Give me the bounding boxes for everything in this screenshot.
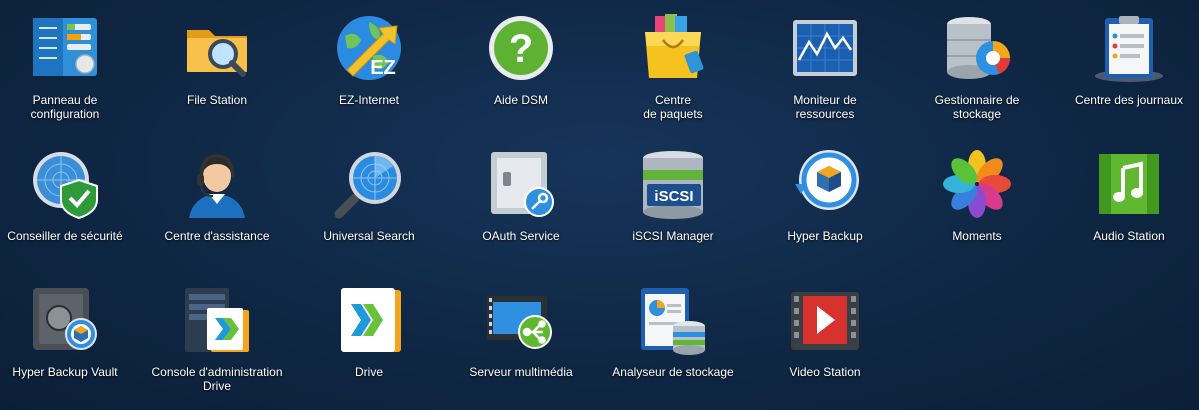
- app-label: Analyseur de stockage: [612, 365, 734, 379]
- disk-chart-icon: [941, 12, 1013, 84]
- app-iscsi-manager[interactable]: iSCSI iSCSI Manager: [598, 136, 748, 266]
- app-log-center[interactable]: Centre des journaux: [1054, 0, 1199, 130]
- drive-folder-icon: [333, 284, 405, 356]
- app-support-center[interactable]: Centre d'assistance: [142, 136, 292, 266]
- app-label: Gestionnaire de stockage: [934, 93, 1020, 121]
- shopping-bag-icon: [637, 12, 709, 84]
- app-label: iSCSI Manager: [632, 229, 714, 243]
- app-label: Hyper Backup Vault: [12, 365, 118, 379]
- app-label: Universal Search: [323, 229, 415, 243]
- app-launcher-grid: Panneau de configuration File Station EZ…: [0, 0, 1199, 410]
- globe-arrow-icon: EZ: [333, 12, 405, 84]
- app-label: Panneau de configuration: [30, 93, 100, 121]
- app-resource-monitor[interactable]: Moniteur de ressources: [750, 0, 900, 130]
- app-label: File Station: [186, 93, 248, 107]
- app-oauth-service[interactable]: OAuth Service: [446, 136, 596, 266]
- app-label: Video Station: [789, 365, 861, 379]
- app-storage-analyzer[interactable]: Analyseur de stockage: [598, 272, 748, 402]
- app-label: Audio Station: [1093, 229, 1165, 243]
- app-package-center[interactable]: Centre de paquets: [598, 0, 748, 130]
- app-video-station[interactable]: Video Station: [750, 272, 900, 402]
- app-file-station[interactable]: File Station: [142, 0, 292, 130]
- svg-text:iSCSI: iSCSI: [654, 188, 693, 205]
- app-media-server[interactable]: Serveur multimédia: [446, 272, 596, 402]
- log-clipboard-icon: [1093, 12, 1165, 84]
- media-server-icon: [485, 284, 557, 356]
- music-note-icon: [1093, 148, 1165, 220]
- svg-text:EZ: EZ: [370, 57, 396, 79]
- app-label: Hyper Backup: [787, 229, 863, 243]
- storage-analyzer-icon: [637, 284, 709, 356]
- magnifier-radar-icon: [333, 148, 405, 220]
- app-label: Moniteur de ressources: [793, 93, 857, 121]
- app-label: Moments: [952, 229, 1002, 243]
- app-drive[interactable]: Drive: [294, 272, 444, 402]
- app-label: Centre de paquets: [643, 93, 703, 121]
- app-label: Console d'administration Drive: [151, 365, 283, 393]
- iscsi-server-icon: iSCSI: [637, 148, 709, 220]
- svg-text:?: ?: [509, 27, 533, 71]
- app-dsm-help[interactable]: ? Aide DSM: [446, 0, 596, 130]
- app-label: Aide DSM: [493, 93, 549, 107]
- support-agent-icon: [181, 148, 253, 220]
- photos-flower-icon: [941, 148, 1013, 220]
- app-label: Drive: [354, 365, 383, 379]
- folder-search-icon: [181, 12, 253, 84]
- video-play-icon: [789, 284, 861, 356]
- app-label: EZ-Internet: [338, 93, 400, 107]
- app-hyper-backup-vault[interactable]: Hyper Backup Vault: [0, 272, 140, 402]
- vault-key-icon: [485, 148, 557, 220]
- app-universal-search[interactable]: Universal Search: [294, 136, 444, 266]
- app-control-panel[interactable]: Panneau de configuration: [0, 0, 140, 130]
- app-audio-station[interactable]: Audio Station: [1054, 136, 1199, 266]
- app-drive-admin-console[interactable]: Console d'administration Drive: [142, 272, 292, 402]
- app-security-advisor[interactable]: Conseiller de sécurité: [0, 136, 140, 266]
- app-hyper-backup[interactable]: Hyper Backup: [750, 136, 900, 266]
- control-panel-icon: [29, 12, 101, 84]
- security-radar-shield-icon: [29, 148, 101, 220]
- app-label: Serveur multimédia: [469, 365, 573, 379]
- help-icon: ?: [485, 12, 557, 84]
- app-label: Conseiller de sécurité: [7, 229, 123, 243]
- drive-admin-console-icon: [181, 284, 253, 356]
- backup-cycle-icon: [789, 148, 861, 220]
- app-label: Centre des journaux: [1074, 93, 1184, 107]
- app-moments[interactable]: Moments: [902, 136, 1052, 266]
- app-label: Centre d'assistance: [164, 229, 270, 243]
- app-storage-manager[interactable]: Gestionnaire de stockage: [902, 0, 1052, 130]
- app-ez-internet[interactable]: EZ EZ-Internet: [294, 0, 444, 130]
- safe-backup-icon: [29, 284, 101, 356]
- monitor-graph-icon: [789, 12, 861, 84]
- app-label: OAuth Service: [482, 229, 560, 243]
